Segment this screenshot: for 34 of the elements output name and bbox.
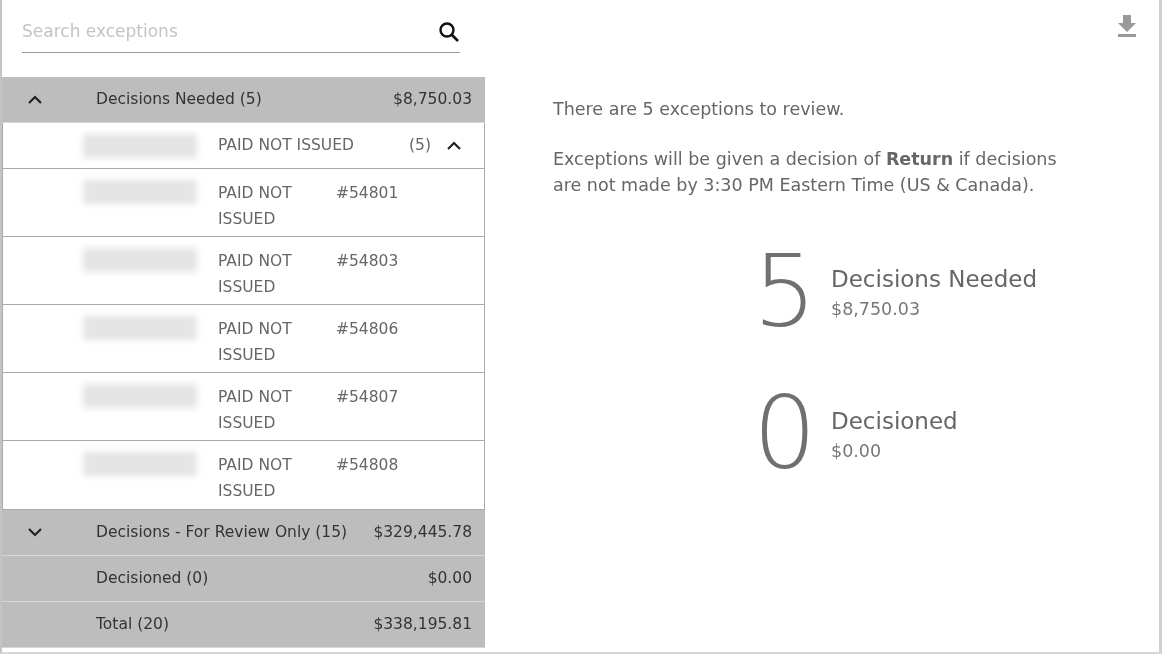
expand-icon[interactable]	[28, 527, 42, 537]
group-label[interactable]: Decisions Needed (5)	[96, 87, 394, 112]
search-icon[interactable]	[438, 21, 460, 43]
exception-number[interactable]: #54803	[336, 248, 399, 274]
exception-number[interactable]: #54806	[336, 316, 399, 342]
stat-amount: $8,750.03	[831, 298, 922, 322]
intro-text: There are 5 exceptions to review.	[553, 98, 846, 121]
exception-number[interactable]: #54801	[336, 180, 399, 206]
subgroup-count: (5)	[409, 134, 431, 156]
exception-type: PAID NOT ISSUED	[218, 183, 293, 230]
search-field[interactable]: Search exceptions	[22, 19, 438, 45]
stat-label: Decisioned	[831, 406, 958, 436]
exception-number[interactable]: #54807	[336, 384, 399, 410]
group-amount: $329,445.78	[373, 521, 473, 543]
group-amount: $0.00	[427, 567, 473, 589]
exception-type: PAID NOT ISSUED	[218, 319, 293, 366]
stat-count: 5	[753, 242, 818, 342]
stat-label: Decisions Needed	[831, 264, 1038, 294]
group-amount: $8,750.03	[393, 88, 473, 110]
group-amount: $338,195.81	[373, 613, 473, 635]
subgroup-label[interactable]: PAID NOT ISSUED	[218, 133, 409, 158]
collapse-icon[interactable]	[446, 140, 461, 150]
group-label[interactable]: Total (20)	[96, 612, 374, 637]
exception-number[interactable]: #54808	[336, 452, 399, 478]
deadline-notice: Exceptions will be given a decision of Return if decisions are not made by 3:30 PM Eastern Time (US & Canada).	[553, 148, 1058, 197]
group-label[interactable]: Decisioned (0)	[96, 566, 428, 591]
download-icon[interactable]	[1117, 15, 1137, 37]
exception-type: PAID NOT ISSUED	[218, 387, 293, 434]
stat-count: 0	[753, 384, 818, 484]
exception-type: PAID NOT ISSUED	[218, 455, 293, 502]
group-label[interactable]: Decisions - For Review Only (15)	[96, 520, 374, 545]
collapse-icon[interactable]	[28, 94, 42, 104]
exception-type: PAID NOT ISSUED	[218, 251, 293, 298]
stat-amount: $0.00	[831, 440, 883, 464]
